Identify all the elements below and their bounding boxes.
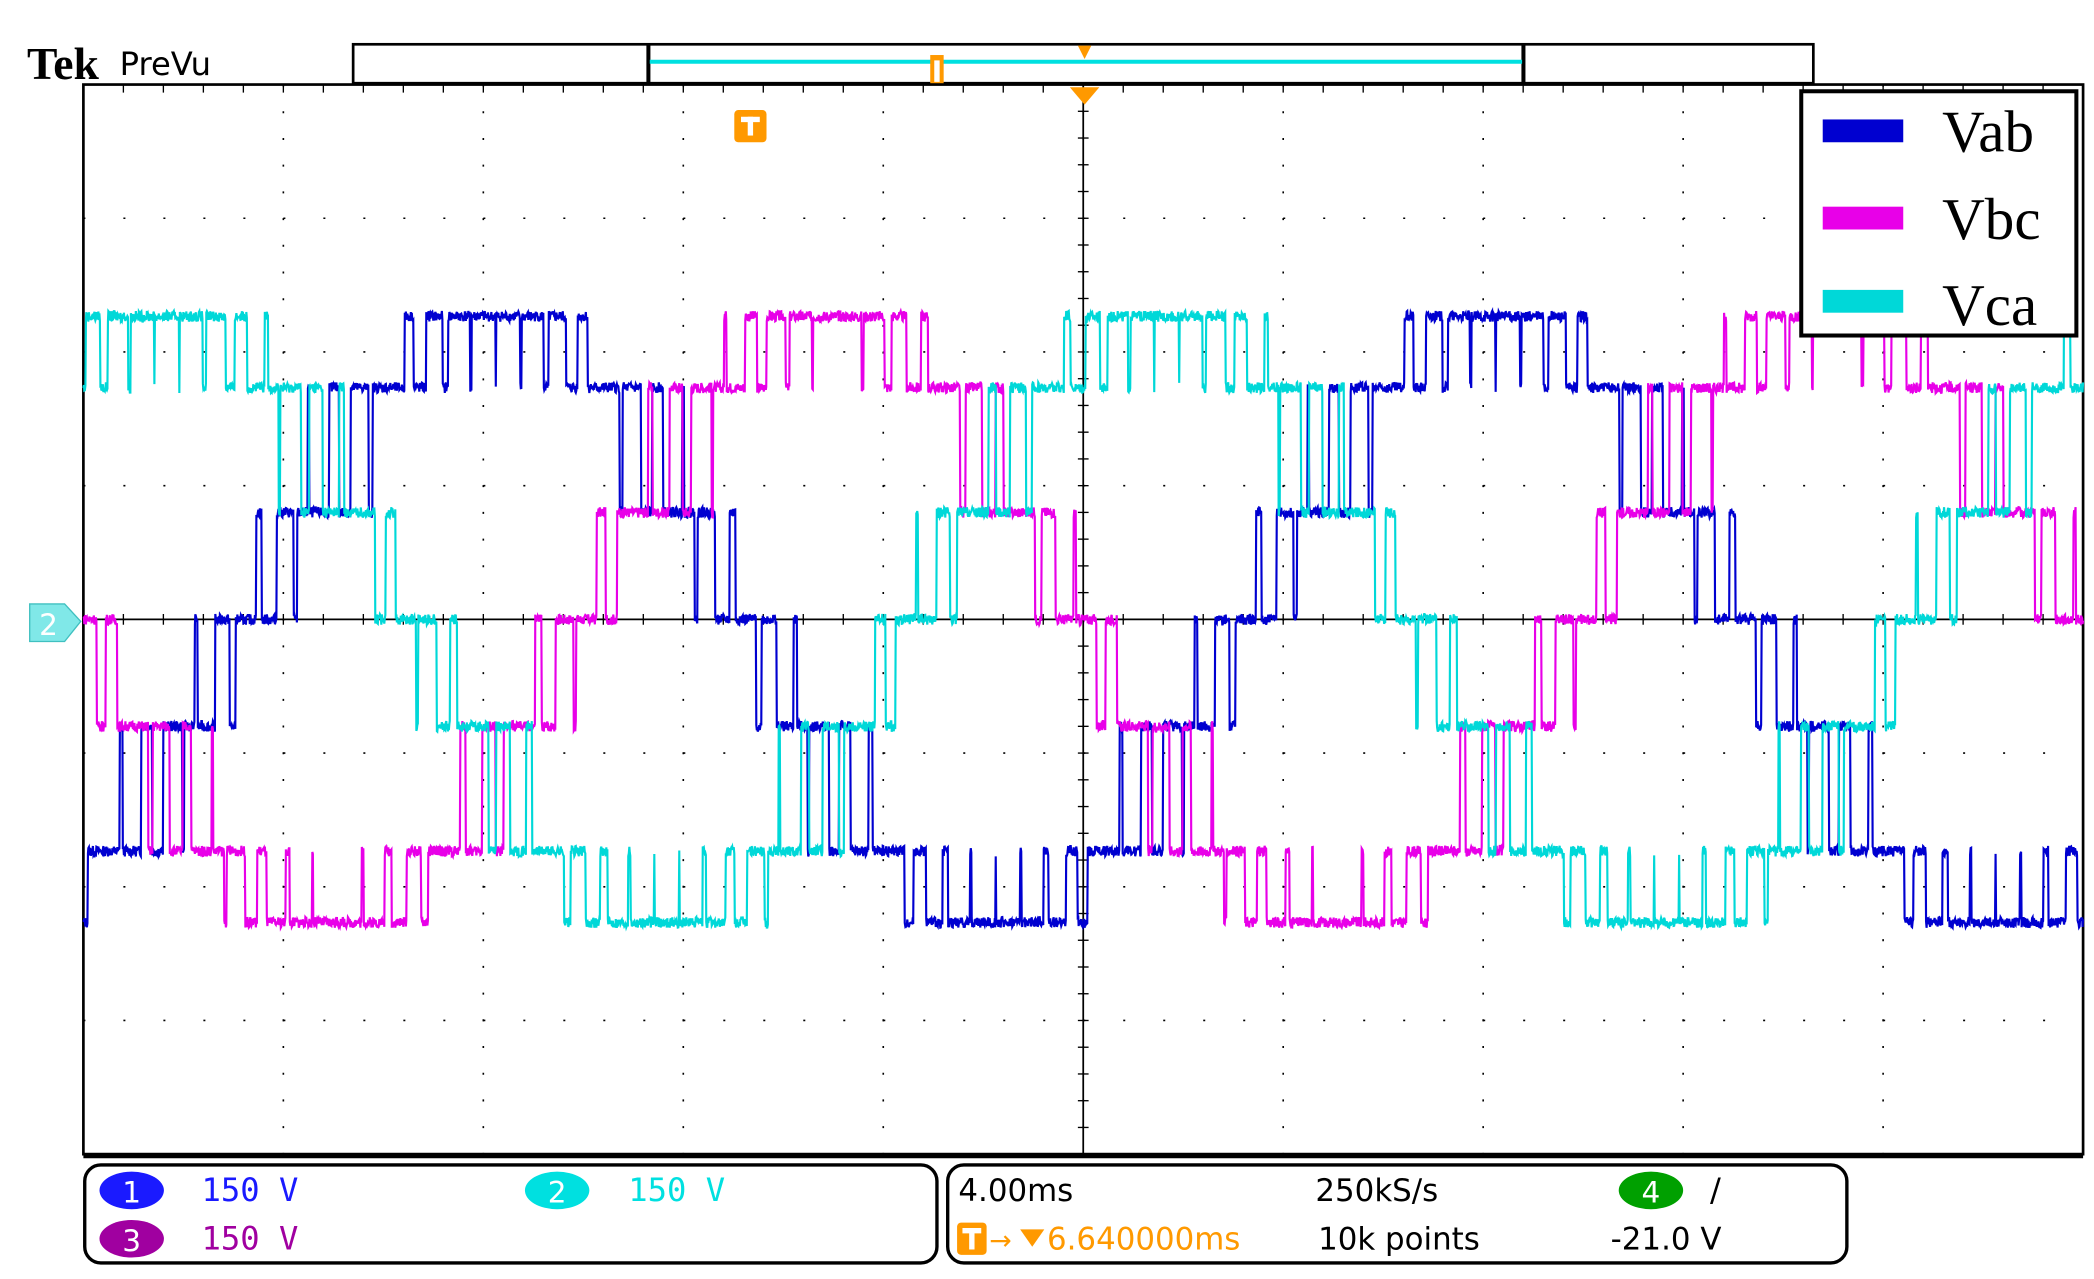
legend-label-vca: Vca: [1942, 272, 2037, 338]
legend: Vab Vbc Vca: [1799, 89, 2079, 338]
channel-2-scale: 150 V: [628, 1171, 725, 1209]
channel-readout-panel[interactable]: 1 150 V 2 150 V 3 150 V: [83, 1163, 939, 1265]
channel-marker-label: 2: [39, 608, 58, 642]
trigger-position-readout: 6.640000ms: [1047, 1221, 1240, 1257]
trigger-level-readout: -21.0 V: [1611, 1221, 1722, 1257]
arrow-icon: →: [989, 1225, 1011, 1256]
legend-swatch-vab: [1822, 119, 1904, 143]
trigger-channel: 4: [1642, 1176, 1661, 1210]
acquisition-readout-panel[interactable]: 4.00ms 250kS/s → 6.640000ms 10k points 4…: [946, 1163, 1849, 1265]
record-length-readout: 10k points: [1318, 1221, 1480, 1257]
trigger-slope-icon: /: [1710, 1171, 1721, 1209]
sample-rate-readout: 250kS/s: [1315, 1173, 1438, 1209]
timebase-readout: 4.00ms: [958, 1173, 1073, 1209]
legend-swatch-vca: [1822, 289, 1904, 313]
trigger-marker-icon[interactable]: [734, 110, 767, 143]
oscilloscope-screen: Tek PreVu 2 Vab Vbc Vca 1 150 V 2 150 V …: [27, 38, 2085, 1265]
mode-label: PreVu: [120, 45, 211, 83]
record-overview-bar[interactable]: [351, 42, 1815, 85]
channel-2-number: 2: [548, 1176, 567, 1210]
trigger-position-marker-icon[interactable]: [1069, 87, 1100, 105]
legend-label-vbc: Vbc: [1942, 186, 2040, 252]
legend-label-vab: Vab: [1942, 99, 2034, 165]
channel-3-scale: 150 V: [201, 1219, 298, 1257]
channel-1-scale: 150 V: [201, 1171, 298, 1209]
channel-1-number: 1: [122, 1176, 141, 1210]
legend-swatch-vbc: [1822, 206, 1904, 230]
brand-label: Tek: [27, 38, 99, 89]
channel-2-ground-marker[interactable]: 2: [29, 603, 82, 643]
channel-3-number: 3: [122, 1224, 141, 1258]
